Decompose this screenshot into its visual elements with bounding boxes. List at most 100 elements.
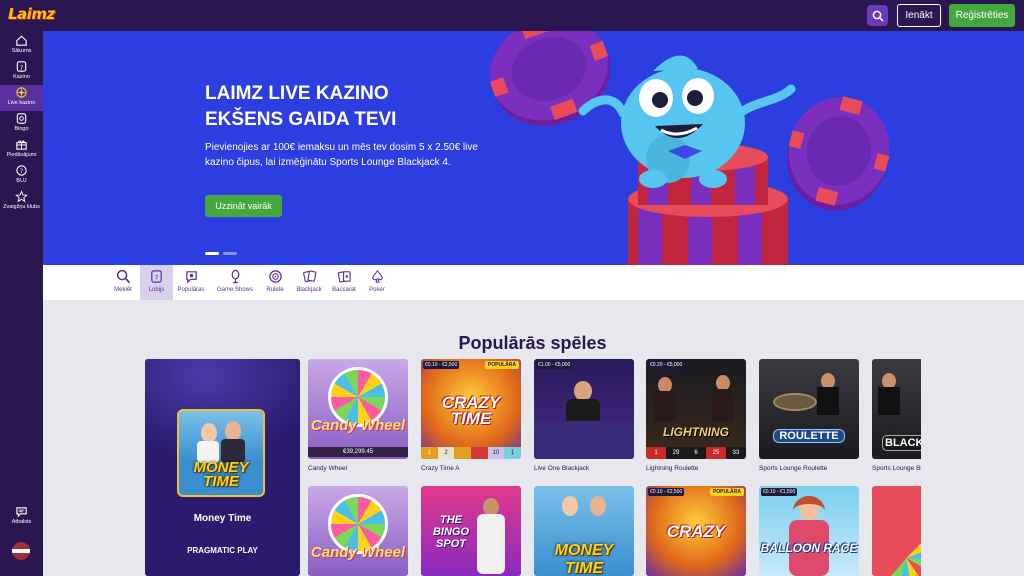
results-row: 1 2 10 1 [421, 447, 521, 459]
popular-badge: POPULĀRA [484, 361, 519, 369]
host-figure [201, 423, 217, 443]
tab-lobby[interactable]: 7 Lobijs [140, 265, 173, 300]
host-figure [477, 514, 505, 574]
search-button[interactable] [867, 5, 888, 26]
tab-game-shows[interactable]: Game Shows [213, 265, 257, 300]
result-cell: 10 [487, 447, 505, 459]
tab-poker[interactable]: Poker [365, 265, 389, 300]
game-tile-wheel[interactable] [872, 486, 921, 576]
sidebar-item-casino[interactable]: 7 Kazino [0, 59, 43, 85]
game-tile-candy-wheel-2[interactable]: Candy Wheel [308, 486, 408, 576]
search-icon [116, 269, 130, 284]
tab-label: Blackjack [296, 287, 322, 293]
game-tile-balloon-race[interactable]: BALLOON RACE €0.10 - €1,500 [759, 486, 859, 576]
game-tile-sports-lounge-roulette[interactable]: ROULETTE [759, 359, 859, 459]
carousel-dot[interactable] [223, 252, 237, 255]
home-icon [16, 35, 27, 46]
dealer-figure [574, 381, 592, 401]
search-icon [872, 10, 884, 22]
dealer-figure [817, 387, 839, 415]
tab-label: Baccarat [332, 287, 356, 293]
support-button[interactable]: Atbalsts [0, 504, 43, 530]
tab-roulette[interactable]: Rulete [262, 265, 288, 300]
tab-popular[interactable]: Populāras [175, 265, 207, 300]
sidebar-item-label: Zvaigžņu klubs [3, 204, 40, 210]
game-tile-bingo-spot[interactable]: THE BINGO SPOT [421, 486, 521, 576]
bet-range-badge: €0.20 - €5,000 [648, 361, 685, 369]
hero-mascot-illustration [489, 31, 890, 265]
balloon-race-logo: BALLOON RACE [760, 541, 858, 555]
game-name: Candy Wheel [308, 465, 348, 472]
dealer-figure [878, 387, 900, 415]
results-row: 1 29 6 25 33 [646, 447, 746, 459]
bet-range-badge: €0.10 - €1,500 [761, 488, 798, 496]
laimz-logo[interactable]: Laimz [8, 5, 55, 23]
result-cell [471, 447, 488, 459]
result-cell: 2 [437, 447, 455, 459]
money-time-logo: MONEY TIME [554, 542, 614, 576]
game-tile-crazy-time-2[interactable]: CRAZY €0.10 - €2,500 POPULĀRA [646, 486, 746, 576]
candy-wheel-logo: Candy Wheel [310, 417, 406, 434]
sidebar: Sākums 7 Kazino Live kazino Bingo Piedāv… [0, 31, 43, 576]
tab-baccarat[interactable]: Baccarat [329, 265, 359, 300]
tab-label: Rulete [266, 287, 284, 293]
provider-logo: PRAGMATIC PLAY [187, 546, 258, 555]
result-cell: 1 [646, 447, 666, 459]
game-tile-money-time[interactable]: MONEY TIME [534, 486, 634, 576]
login-button[interactable]: Ienākt [897, 4, 941, 27]
hero-title-line1: LAIMZ LIVE KAZINO [205, 83, 389, 104]
bet-range-badge: €0.10 - €2,500 [423, 361, 460, 369]
learn-more-button[interactable]: Uzzināt vairāk [205, 195, 282, 217]
sidebar-item-label: BUJ [16, 178, 27, 184]
result-cell: 1 [421, 447, 438, 459]
sidebar-item-home[interactable]: Sākums [0, 33, 43, 59]
baccarat-icon [337, 271, 351, 283]
host-figure [225, 421, 241, 441]
game-name: Crazy Time A [421, 465, 460, 472]
roulette-wheel [773, 393, 817, 411]
hero-banner: LAIMZ LIVE KAZINO EKŠENS GAIDA TEVI Piev… [43, 31, 1024, 265]
tab-label: Populāras [177, 287, 205, 293]
candy-wheel-logo: Candy Wheel [310, 544, 406, 561]
blackjack-logo: BLACK [882, 435, 921, 451]
table-graphic [534, 421, 634, 459]
game-tile-candy-wheel[interactable]: Candy Wheel €39,299.45 [308, 359, 408, 459]
featured-game-card[interactable]: MONEY TIME Money Time PRAGMATIC PLAY [145, 359, 300, 576]
host-figure [590, 496, 606, 516]
tab-label: Lobijs [148, 287, 165, 293]
sidebar-item-bingo[interactable]: Bingo [0, 111, 43, 137]
result-cell: 33 [726, 447, 746, 459]
crazy-time-logo: CRAZY TIME [441, 393, 501, 428]
support-label: Atbalsts [11, 519, 32, 525]
gift-icon [16, 140, 27, 150]
game-name: Sports Lounge Roulette [759, 465, 828, 472]
game-name: Live One Blackjack [534, 465, 590, 472]
sidebar-item-promotions[interactable]: Piedāvājumi [0, 137, 43, 163]
bingo-ball-icon [16, 113, 27, 124]
game-tile-sports-lounge-blackjack[interactable]: BLACK [872, 359, 921, 459]
popular-badge: POPULĀRA [709, 488, 744, 496]
game-tile-crazy-time[interactable]: CRAZY TIME €0.10 - €2,500 POPULĀRA 1 2 1… [421, 359, 521, 459]
tab-blackjack[interactable]: Blackjack [294, 265, 324, 300]
sidebar-item-label: Kazino [13, 74, 30, 80]
tab-search[interactable]: Meklēt [109, 265, 137, 300]
register-button[interactable]: Reģistrēties [949, 4, 1015, 27]
result-cell: 1 [504, 447, 521, 459]
svg-text:7: 7 [154, 273, 158, 281]
svg-text:7: 7 [20, 65, 24, 71]
bet-range-badge: €0.10 - €2,500 [648, 488, 685, 496]
tab-label: Game Shows [216, 287, 253, 293]
game-tile-live-one-blackjack[interactable]: €1.00 - €5,000 [534, 359, 634, 459]
latvia-flag-icon[interactable] [12, 542, 30, 560]
question-icon: ? [16, 165, 27, 176]
result-cell: 29 [666, 447, 686, 459]
microphone-icon [231, 269, 239, 284]
carousel-dot-active[interactable] [205, 252, 219, 255]
sidebar-item-star-club[interactable]: Zvaigžņu klubs [0, 189, 43, 215]
result-cell: 6 [686, 447, 706, 459]
sidebar-item-live-casino[interactable]: Live kazino [0, 85, 43, 111]
hero-title: LAIMZ LIVE KAZINO EKŠENS GAIDA TEVI [205, 81, 485, 133]
roulette-logo: ROULETTE [773, 429, 845, 443]
game-tile-lightning-roulette[interactable]: LIGHTNING €0.20 - €5,000 1 29 6 25 33 [646, 359, 746, 459]
sidebar-item-faq[interactable]: ? BUJ [0, 163, 43, 189]
